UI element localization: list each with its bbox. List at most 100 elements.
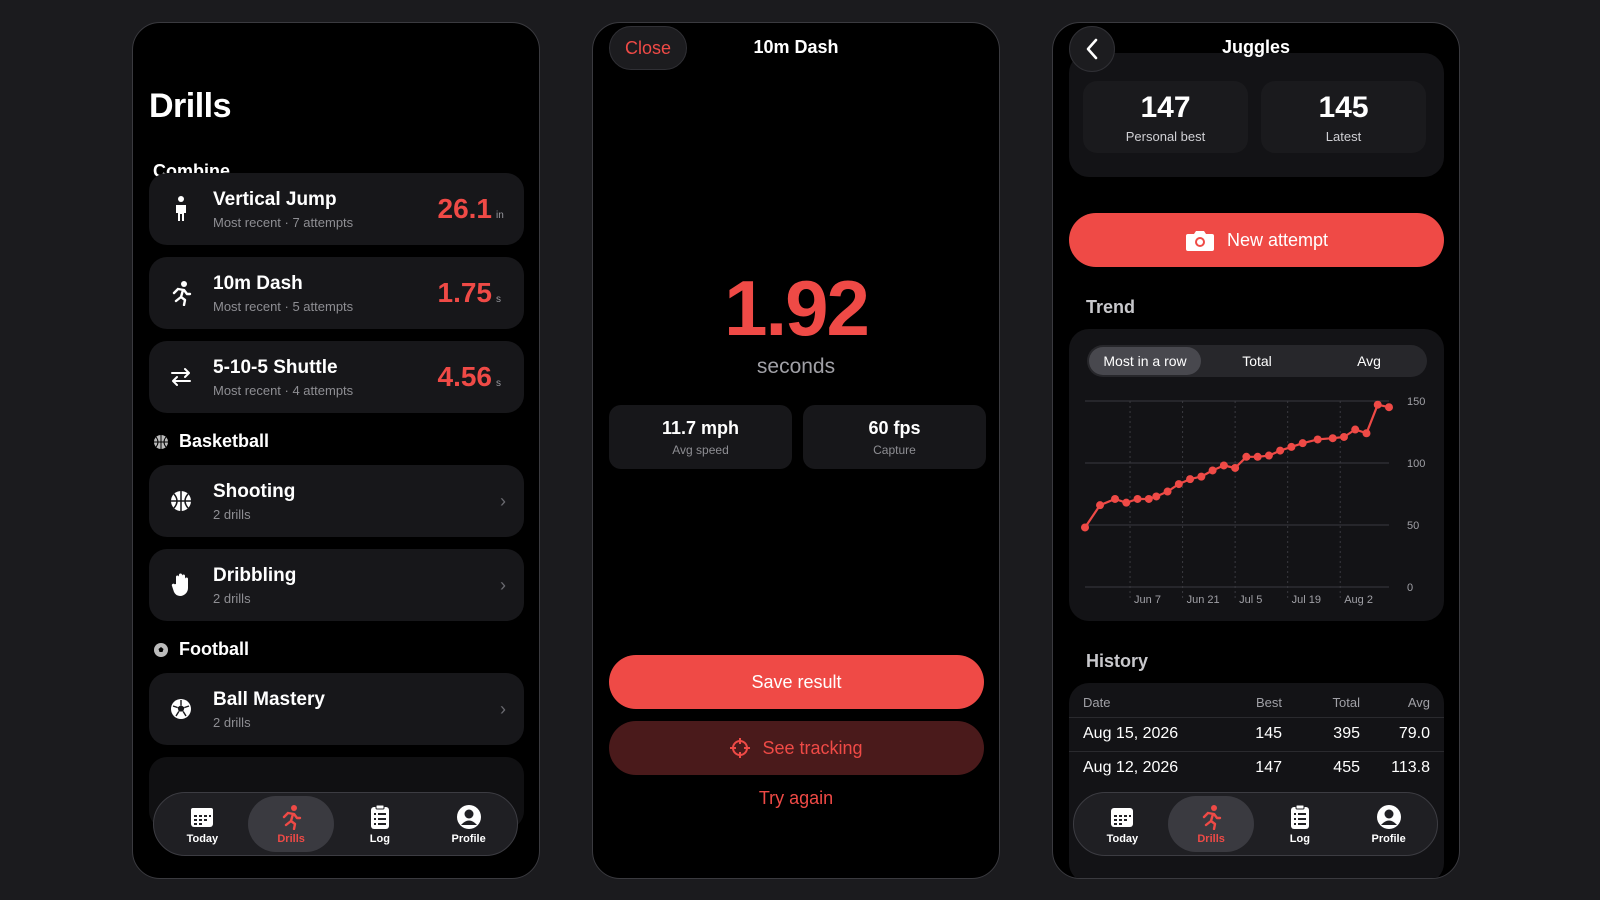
data-point xyxy=(1313,435,1322,444)
data-point xyxy=(1174,480,1183,489)
data-point xyxy=(1163,487,1172,496)
new-attempt-button[interactable]: New attempt xyxy=(1069,213,1444,267)
cell-date: Aug 12, 2026 xyxy=(1083,759,1179,776)
drill-unit: in xyxy=(496,209,504,221)
drill-title: Dribbling xyxy=(213,564,297,586)
stat-value: 60 fps xyxy=(868,417,921,438)
data-point xyxy=(1081,523,1089,532)
x-tick-label: Jun 21 xyxy=(1187,594,1220,606)
drill-subtitle: Most recent · 7 attempts xyxy=(213,214,354,230)
tab-profile[interactable]: Profile xyxy=(1346,796,1432,852)
button-label: See tracking xyxy=(762,737,863,758)
segment-total[interactable]: Total xyxy=(1201,347,1313,375)
tab-log[interactable]: Log xyxy=(337,796,423,852)
see-tracking-button[interactable]: See tracking xyxy=(609,721,984,775)
back-button[interactable] xyxy=(1069,26,1115,72)
data-point xyxy=(1339,432,1348,441)
table-header: Date Best Total Avg xyxy=(1083,695,1430,710)
latest-label: Latest xyxy=(1325,128,1362,144)
tab-log[interactable]: Log xyxy=(1257,796,1343,852)
tab-today[interactable]: Today xyxy=(159,796,245,852)
button-label: Save result xyxy=(751,671,842,692)
save-result-button[interactable]: Save result xyxy=(609,655,984,709)
data-point xyxy=(1264,451,1273,460)
drill-card-vertical-jump[interactable]: Vertical Jump Most recent · 7 attempts 2… xyxy=(149,173,524,245)
column-best: Best xyxy=(1255,695,1282,710)
trend-panel: Most in a row Total Avg 0 50 100 150 Jun 7 Ju… xyxy=(1069,329,1444,621)
column-date: Date xyxy=(1083,695,1111,710)
table-row[interactable]: Aug 12, 2026 147 455 113.8 xyxy=(1083,759,1430,777)
data-point xyxy=(1362,429,1371,438)
result-value: 1.92 xyxy=(724,264,870,352)
hand-icon xyxy=(167,571,195,599)
y-tick-label: 0 xyxy=(1407,582,1413,594)
drill-value: 26.1 xyxy=(437,193,493,224)
cell-total: 395 xyxy=(1333,725,1360,742)
y-tick-label: 100 xyxy=(1407,458,1425,470)
cell-avg: 79.0 xyxy=(1398,725,1430,742)
data-point xyxy=(1231,463,1240,472)
button-label: New attempt xyxy=(1226,229,1329,250)
data-point xyxy=(1385,403,1393,412)
segment-avg[interactable]: Avg xyxy=(1313,347,1425,375)
cell-total: 455 xyxy=(1333,759,1360,776)
data-point xyxy=(1208,466,1217,475)
tab-bar: Today Drills Log Profile xyxy=(1073,792,1438,856)
drill-subtitle: 2 drills xyxy=(213,590,251,606)
table-row[interactable]: Aug 15, 2026 145 395 79.0 xyxy=(1083,725,1430,743)
segment-most-in-a-row[interactable]: Most in a row xyxy=(1089,347,1201,375)
page-title: Drills xyxy=(149,87,232,125)
running-icon xyxy=(282,804,302,830)
column-total: Total xyxy=(1332,695,1360,710)
y-tick-label: 50 xyxy=(1407,520,1419,532)
drills-screen: Drills Combine Vertical Jump Most recent… xyxy=(132,22,540,879)
section-basketball: Basketball xyxy=(153,431,269,452)
divider xyxy=(1069,751,1444,752)
crosshair-icon xyxy=(730,738,751,758)
tab-drills[interactable]: Drills xyxy=(248,796,335,852)
data-point xyxy=(1351,425,1360,434)
arrows-left-right-icon xyxy=(167,363,195,391)
chevron-right-icon: › xyxy=(500,698,506,719)
data-point xyxy=(1096,501,1105,510)
tab-label: Profile xyxy=(1371,832,1406,845)
dash-result-screen: Close 10m Dash 1.92 seconds 11.7 mph Avg… xyxy=(592,22,1000,879)
soccer-ball-icon xyxy=(153,642,169,658)
juggles-screen: Juggles 147 Personal best 145 Latest New… xyxy=(1052,22,1460,879)
chevron-right-icon: › xyxy=(500,490,506,511)
trend-heading: Trend xyxy=(1086,297,1136,317)
drill-subtitle: 2 drills xyxy=(213,506,251,522)
drill-subtitle: Most recent · 5 attempts xyxy=(213,298,354,314)
drill-card-10m-dash[interactable]: 10m Dash Most recent · 5 attempts 1.75 s xyxy=(149,257,524,329)
calendar-icon xyxy=(1111,807,1134,827)
data-point xyxy=(1242,452,1251,461)
tab-today[interactable]: Today xyxy=(1079,796,1165,852)
tab-label: Today xyxy=(1106,832,1139,845)
tab-label: Profile xyxy=(451,832,486,845)
data-point xyxy=(1328,434,1337,443)
tab-profile[interactable]: Profile xyxy=(426,796,512,852)
clipboard-icon xyxy=(1290,804,1309,829)
personal-best-label: Personal best xyxy=(1125,128,1206,144)
metric-segmented-control: Most in a row Total Avg xyxy=(1087,345,1427,377)
data-point xyxy=(1122,498,1131,507)
section-label: Basketball xyxy=(179,431,270,451)
data-point xyxy=(1111,494,1120,503)
data-point xyxy=(1298,439,1307,448)
running-icon xyxy=(1202,804,1222,830)
drill-card-shuttle[interactable]: 5-10-5 Shuttle Most recent · 4 attempts … xyxy=(149,341,524,413)
tab-drills[interactable]: Drills xyxy=(1168,796,1255,852)
page-title: 10m Dash xyxy=(753,37,839,57)
data-point xyxy=(1373,400,1382,409)
drill-card-dribbling[interactable]: Dribbling 2 drills › xyxy=(149,549,524,621)
try-again-button[interactable]: Try again xyxy=(593,788,999,809)
drill-card-ball-mastery[interactable]: Ball Mastery 2 drills › xyxy=(149,673,524,745)
tab-bar: Today Drills Log Profile xyxy=(153,792,518,856)
cell-best: 147 xyxy=(1255,759,1282,776)
divider xyxy=(1069,717,1444,718)
soccer-ball-icon xyxy=(167,695,195,723)
running-icon xyxy=(167,279,195,307)
drill-title: 5-10-5 Shuttle xyxy=(213,356,338,378)
drill-card-shooting[interactable]: Shooting 2 drills › xyxy=(149,465,524,537)
result-unit: seconds xyxy=(756,355,836,378)
